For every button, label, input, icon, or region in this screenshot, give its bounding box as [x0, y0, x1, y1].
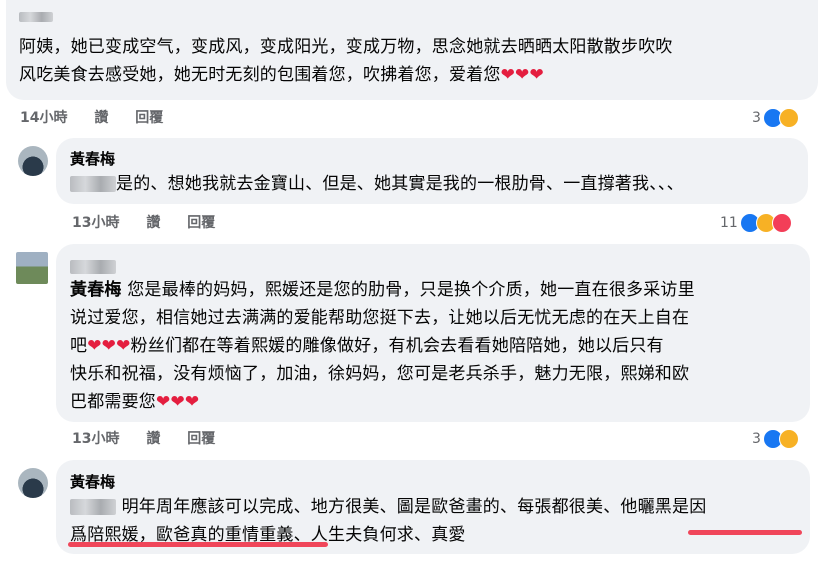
comment-text: 黃春梅 您是最棒的妈妈，熙媛还是您的肋骨，只是换个介质，她一直在很多采访里 说过…	[70, 280, 695, 412]
comment-text: 阿姨，她已变成空气，变成风，变成阳光，变成万物，思念她就去晒晒太阳散散步吹吹 风…	[19, 37, 673, 85]
comment-text: 是的、想她我就去金寶山、但是、她其實是我的一根肋骨、一直撐著我、、、	[70, 170, 800, 198]
reply-link[interactable]: 回覆	[187, 215, 215, 231]
like-link[interactable]: 讚	[146, 431, 160, 447]
comment-time[interactable]: 14小時	[20, 110, 67, 126]
comment-time[interactable]: 13小時	[72, 431, 119, 447]
comment-actions-2: 13小時 讚 回覆	[72, 213, 237, 233]
mention-blurred	[70, 499, 116, 515]
comment-bubble-1: 阿姨，她已变成空气，变成风，变成阳光，变成万物，思念她就去晒晒太阳散散步吹吹 风…	[6, 0, 818, 100]
mention-blurred	[70, 176, 116, 192]
comment-text: 明年周年應該可以完成、地方很美、圖是歐爸畫的、每張都很美、他曬黑是因 爲陪熙媛，…	[70, 497, 707, 545]
reaction-summary-3[interactable]: 3	[752, 427, 799, 451]
commenter-name-blurred	[19, 6, 53, 25]
reaction-summary-2[interactable]: 11	[720, 211, 792, 235]
love-reaction-icon	[771, 213, 792, 233]
reaction-summary-1[interactable]: 3	[752, 106, 799, 130]
reaction-count: 11	[720, 215, 738, 231]
avatar[interactable]	[18, 468, 48, 498]
comment-time[interactable]: 13小時	[72, 215, 119, 231]
comment-bubble-4: 黃春梅 明年周年應該可以完成、地方很美、圖是歐爸畫的、每張都很美、他曬黑是因 爲…	[56, 460, 810, 554]
comment-bubble-3: 黃春梅 您是最棒的妈妈，熙媛还是您的肋骨，只是换个介质，她一直在很多采访里 说过…	[56, 244, 810, 422]
comment-actions-3: 13小時 讚 回覆	[72, 429, 237, 449]
like-link[interactable]: 讚	[146, 215, 160, 231]
mentioned-name[interactable]: 黃春梅	[70, 280, 122, 300]
highlight-underline	[688, 530, 802, 535]
reaction-count: 3	[752, 110, 761, 126]
reply-link[interactable]: 回覆	[135, 110, 163, 126]
reaction-count: 3	[752, 431, 761, 447]
commenter-name[interactable]: 黃春梅	[70, 149, 115, 169]
comment-bubble-2: 黃春梅 是的、想她我就去金寶山、但是、她其實是我的一根肋骨、一直撐著我、、、	[56, 138, 808, 204]
commenter-name-blurred	[70, 256, 116, 275]
reply-link[interactable]: 回覆	[187, 431, 215, 447]
avatar-blurred[interactable]	[16, 252, 48, 284]
avatar[interactable]	[18, 146, 48, 176]
like-link[interactable]: 讚	[94, 110, 108, 126]
commenter-name[interactable]: 黃春梅	[70, 472, 115, 492]
care-reaction-icon	[778, 108, 799, 128]
highlight-underline	[68, 542, 328, 547]
comment-actions-1: 14小時 讚 回覆	[20, 108, 185, 128]
care-reaction-icon	[778, 429, 799, 449]
